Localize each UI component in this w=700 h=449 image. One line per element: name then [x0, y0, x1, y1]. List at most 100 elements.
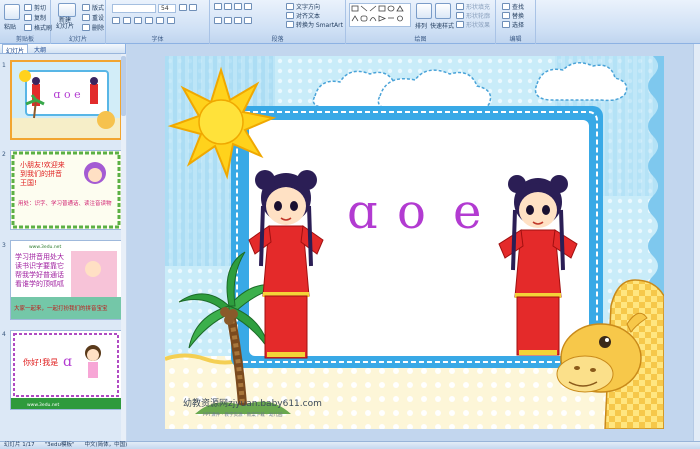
font-name-combo[interactable]: [112, 4, 156, 13]
cursor-icon: [502, 21, 510, 28]
quick-styles-icon[interactable]: [435, 3, 451, 19]
text-direction-button[interactable]: 文字方向: [286, 2, 320, 11]
fill-bucket-icon: [456, 3, 464, 10]
outdent-icon[interactable]: [244, 3, 252, 10]
indent-icon[interactable]: [234, 3, 242, 10]
pane-scroll-knob[interactable]: [121, 56, 126, 116]
font-size-combo[interactable]: 54: [158, 4, 176, 13]
quick-styles-label: 快速样式: [430, 23, 455, 30]
thumbnail-number: 2: [2, 151, 6, 158]
font-style-buttons[interactable]: [112, 17, 175, 24]
font-color-icon[interactable]: [167, 17, 175, 24]
cut-label: 剪切: [34, 5, 47, 12]
reset-label: 重设: [92, 15, 105, 22]
thumbnail-number: 3: [2, 242, 6, 249]
thumbnail-number: 1: [2, 62, 6, 69]
reset-icon: [82, 14, 90, 21]
delete-button[interactable]: 删除: [82, 23, 104, 32]
shapes-icon: [351, 5, 404, 22]
thumbnail-3-line-1: 学习拼音用处大: [15, 252, 64, 261]
thumbnail-4-text: 你好!我是: [23, 357, 58, 367]
grow-font-button[interactable]: [179, 4, 197, 11]
bullets-icon[interactable]: [214, 3, 222, 10]
slide-watermark-sub: PPT课件 · 教学资源 · 教案下载 · 幼儿园: [203, 411, 283, 418]
shape-fill-button[interactable]: 形状填充: [456, 2, 490, 11]
slide-thumbnail-2[interactable]: 小朋友!欢迎来 到我们的拼音 王国! 用处：识字、学习普通话、读注音读物: [10, 150, 122, 230]
tab-outline[interactable]: 大纲: [31, 44, 49, 54]
strikethrough-icon[interactable]: [145, 17, 153, 24]
italic-icon[interactable]: [123, 17, 131, 24]
pane-tabs: 幻灯片 大纲: [0, 44, 125, 55]
thumbnail-3-url: www.3edu.net: [29, 244, 61, 250]
tab-slides[interactable]: 幻灯片: [2, 44, 29, 55]
arrange-icon[interactable]: [416, 3, 432, 19]
thumbnail-4-art: 你好!我是 ɑ www.3edu.net: [11, 331, 121, 409]
copy-button[interactable]: 复制: [24, 13, 46, 22]
paste-icon[interactable]: [4, 4, 20, 20]
align-center-icon[interactable]: [224, 17, 232, 24]
slides-group: 新建 幻灯片 版式 重设 删除 幻灯片: [51, 0, 106, 44]
font-group: 54 字体: [106, 0, 210, 44]
convert-smartart-button[interactable]: 转换为 SmartArt: [286, 20, 343, 29]
format-painter-label: 格式刷: [34, 25, 53, 32]
thumbnail-2-footer: 用处：识字、学习普通话、读注音读物: [18, 199, 112, 207]
numbering-icon[interactable]: [224, 3, 232, 10]
shadow-icon[interactable]: [156, 17, 164, 24]
editing-group: 查找 替换 选择 编辑: [496, 0, 536, 44]
align-buttons[interactable]: [214, 17, 252, 24]
delete-label: 删除: [92, 25, 105, 32]
thumbnail-3-art: www.3edu.net 学习拼音用处大 读书识字要靠它 帮我学好普通话 看谁学…: [11, 241, 121, 319]
clipboard-group: 粘贴 剪切 复制 格式刷 剪贴板: [0, 0, 52, 44]
slide-thumbnail-1[interactable]: ɑ o e: [10, 60, 122, 140]
delete-icon: [82, 24, 90, 31]
new-slide-button[interactable]: 新建 幻灯片: [56, 18, 74, 30]
current-slide[interactable]: ɑ o e 幼教资源网zjyuan.baby611.com PPT课件 · 教学…: [165, 56, 664, 429]
paste-button[interactable]: 粘贴: [4, 22, 16, 31]
shape-outline-label: 形状轮廓: [466, 13, 491, 20]
layout-button[interactable]: 版式: [82, 3, 104, 12]
thumbnail-2-line-2: 到我们的拼音: [20, 169, 62, 178]
find-label: 查找: [512, 4, 525, 11]
quick-styles-button[interactable]: 快速样式: [430, 21, 454, 30]
thumbnail-2-line-3: 王国!: [20, 179, 37, 187]
thumbnail-4-letter: ɑ: [63, 354, 72, 370]
replace-button[interactable]: 替换: [502, 11, 524, 20]
format-painter-button[interactable]: 格式刷: [24, 23, 52, 32]
underline-icon[interactable]: [134, 17, 142, 24]
clipboard-group-label: 剪贴板: [15, 36, 34, 43]
slide-thumbnail-4[interactable]: 你好!我是 ɑ www.3edu.net: [10, 330, 122, 410]
align-text-icon: [286, 12, 294, 19]
copy-icon: [24, 14, 32, 21]
justify-icon[interactable]: [244, 17, 252, 24]
thumbnail-2-art: 小朋友!欢迎来 到我们的拼音 王国! 用处：识字、学习普通话、读注音读物: [11, 151, 121, 229]
shape-effects-label: 形状效果: [466, 22, 491, 29]
arrange-button[interactable]: 排列: [415, 21, 427, 30]
slides-pane: 幻灯片 大纲 1 ɑ o e 2 小朋友!欢迎来 到我们的拼音 王国! 用处：识…: [0, 44, 126, 441]
shapes-gallery[interactable]: [349, 3, 411, 27]
new-slide-icon[interactable]: [58, 3, 76, 17]
font-shrink-icon[interactable]: [189, 4, 197, 11]
find-button[interactable]: 查找: [502, 2, 524, 11]
align-left-icon[interactable]: [214, 17, 222, 24]
editor-scrollbar[interactable]: [693, 44, 700, 441]
reset-button[interactable]: 重设: [82, 13, 104, 22]
status-language[interactable]: 中文(简体，中国): [85, 442, 128, 449]
slide-editor: ɑ o e 幼教资源网zjyuan.baby611.com PPT课件 · 教学…: [127, 44, 700, 441]
effects-icon: [456, 21, 464, 28]
thumbnail-1-art: ɑ o e: [12, 62, 120, 138]
slide-thumbnail-3[interactable]: www.3edu.net 学习拼音用处大 读书识字要靠它 帮我学好普通话 看谁学…: [10, 240, 122, 320]
shape-effects-button[interactable]: 形状效果: [456, 20, 490, 29]
shape-fill-label: 形状填充: [466, 4, 491, 11]
slide-art: ɑ o e 幼教资源网zjyuan.baby611.com PPT课件 · 教学…: [165, 56, 664, 429]
align-text-button[interactable]: 对齐文本: [286, 11, 320, 20]
pane-scrollbar[interactable]: [121, 54, 126, 441]
align-right-icon[interactable]: [234, 17, 242, 24]
list-buttons[interactable]: [214, 3, 252, 10]
status-slide-info: 幻灯片 1/17: [4, 442, 35, 448]
shape-outline-button[interactable]: 形状轮廓: [456, 11, 490, 20]
cut-button[interactable]: 剪切: [24, 3, 46, 12]
editing-group-label: 编辑: [509, 36, 522, 43]
bold-icon[interactable]: [112, 17, 120, 24]
arrange-label: 排列: [415, 23, 428, 30]
select-button[interactable]: 选择: [502, 20, 524, 29]
